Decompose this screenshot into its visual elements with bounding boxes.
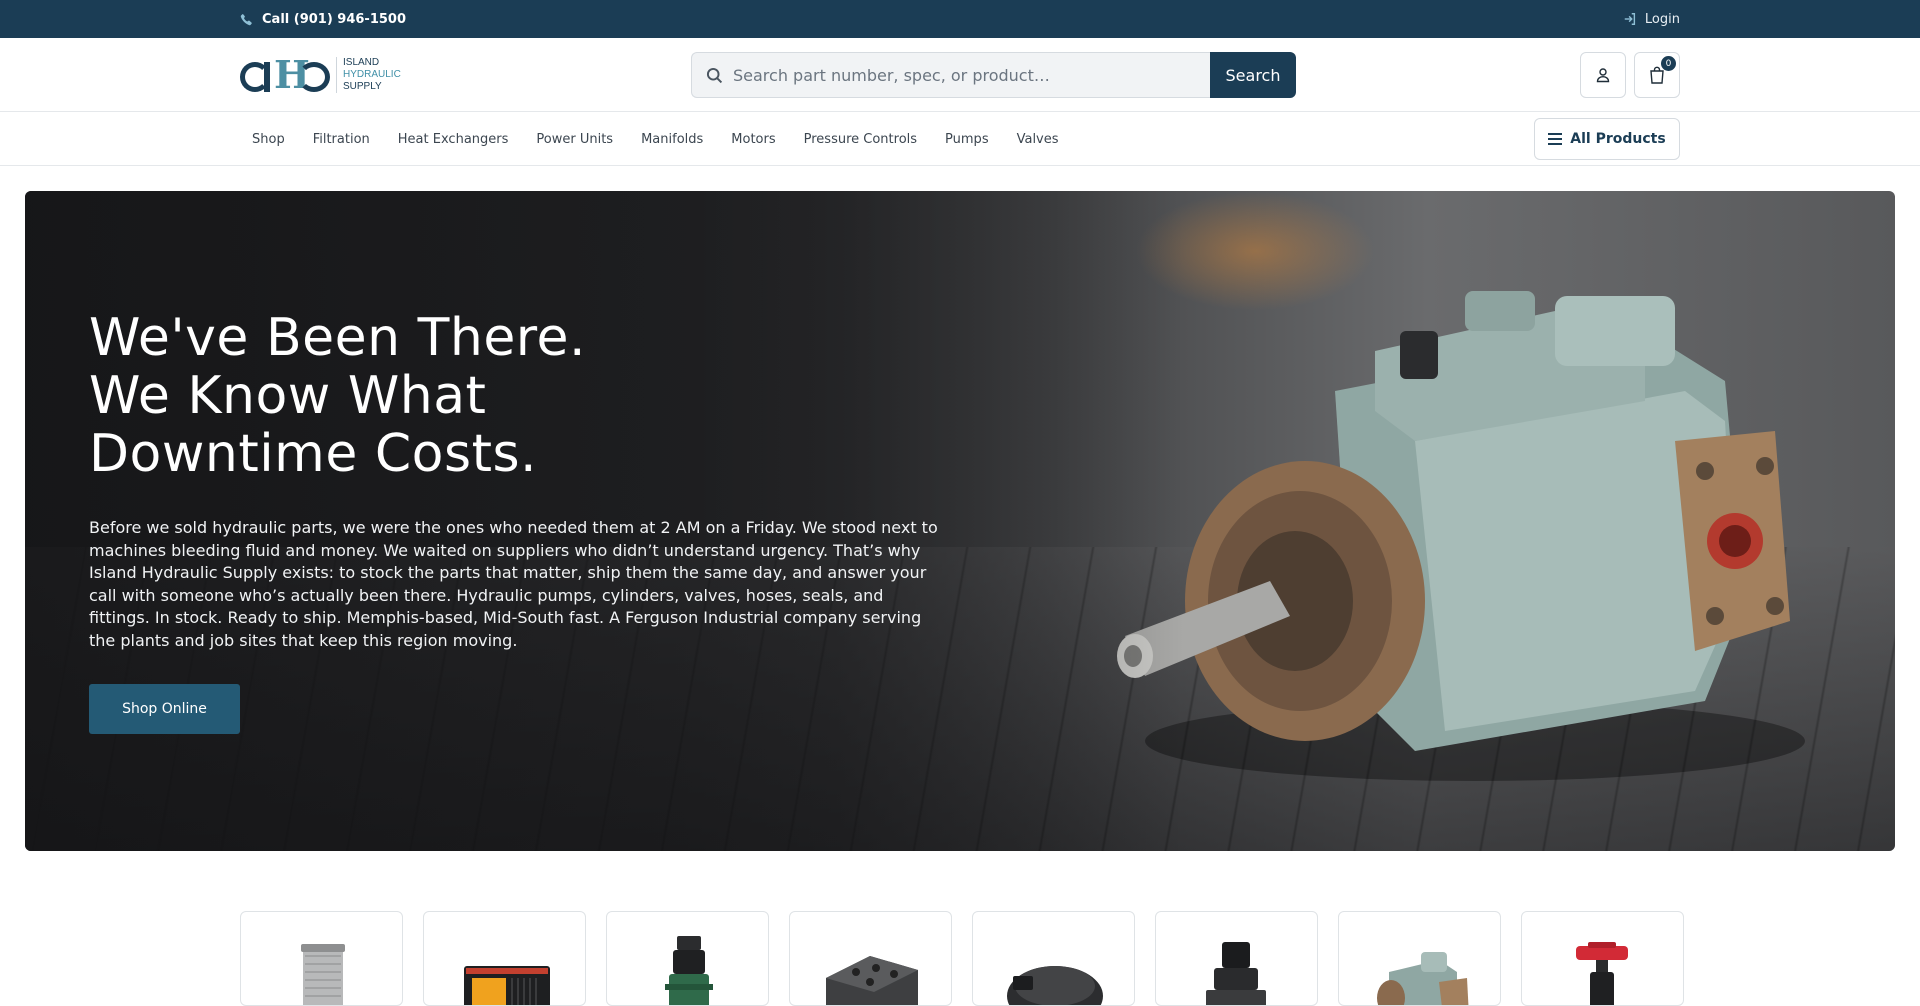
hero-banner: We've Been There. We Know What Downtime … (25, 191, 1895, 851)
login-label: Login (1644, 11, 1680, 27)
heat-exchanger-image (464, 966, 550, 1005)
nav-list: Shop Filtration Heat Exchangers Power Un… (240, 112, 1075, 166)
hero-description: Before we sold hydraulic parts, we were … (89, 518, 938, 650)
category-card-filtration[interactable] (240, 911, 403, 1006)
power-unit-image (665, 936, 713, 1005)
call-label: Call (901) 946-1500 (262, 11, 407, 27)
cart-count-badge: 0 (1661, 56, 1676, 71)
search-box (691, 52, 1210, 98)
hero-title-line-1: We've Been There. (89, 308, 587, 368)
nav-item-pressure-controls[interactable]: Pressure Controls (792, 132, 929, 147)
hydraulic-pump-photo (1117, 291, 1805, 781)
filter-element-image (301, 944, 345, 1005)
category-card-heat-exchangers[interactable] (423, 911, 586, 1006)
manifold-block-image (826, 956, 918, 1005)
search-button[interactable]: Search (1210, 52, 1296, 98)
pressure-control-valve-image (1206, 942, 1266, 1005)
search-icon (706, 67, 723, 83)
login-link[interactable]: Login (1623, 0, 1680, 38)
nav-item-motors[interactable]: Motors (719, 132, 787, 147)
logo-wordmark: ISLAND HYDRAULIC SUPPLY (336, 57, 401, 93)
hero-title-line-2: We Know What (89, 366, 487, 426)
nav-item-power-units[interactable]: Power Units (524, 132, 625, 147)
nav-item-heat-exchangers[interactable]: Heat Exchangers (386, 132, 521, 147)
category-cards (240, 911, 1684, 1006)
nav-item-shop[interactable]: Shop (240, 132, 297, 147)
category-card-pumps[interactable] (1338, 911, 1501, 1006)
sign-in-icon (1624, 13, 1635, 25)
category-card-pressure-controls[interactable] (1155, 911, 1318, 1006)
phone-icon (240, 13, 252, 25)
main-nav: Shop Filtration Heat Exchangers Power Un… (0, 112, 1920, 166)
logo-word-3: SUPPLY (343, 81, 382, 92)
user-icon (1596, 68, 1610, 83)
search-form: Search (691, 52, 1296, 98)
call-link[interactable]: Call (901) 946-1500 (240, 0, 406, 38)
valve-handle-image (1576, 942, 1628, 1005)
cart-button[interactable]: 0 (1634, 52, 1680, 98)
hydraulic-motor-image (1007, 966, 1103, 1005)
menu-icon (1548, 133, 1563, 145)
all-products-label: All Products (1570, 131, 1666, 147)
account-button[interactable] (1580, 52, 1626, 98)
hydraulic-pump-image (1377, 952, 1469, 1005)
hero-content: We've Been There. We Know What Downtime … (89, 309, 949, 734)
top-bar: Call (901) 946-1500 Login (0, 0, 1920, 38)
category-card-manifolds[interactable] (789, 911, 952, 1006)
category-card-motors[interactable] (972, 911, 1135, 1006)
nav-item-pumps[interactable]: Pumps (933, 132, 1001, 147)
all-products-button[interactable]: All Products (1534, 118, 1680, 160)
logo-word-1: ISLAND (343, 57, 380, 68)
hero-title: We've Been There. We Know What Downtime … (89, 309, 949, 483)
logo-word-2: HYDRAULIC (343, 69, 401, 80)
search-input[interactable] (733, 65, 1203, 85)
nav-item-filtration[interactable]: Filtration (301, 132, 382, 147)
category-card-valves[interactable] (1521, 911, 1684, 1006)
nav-item-valves[interactable]: Valves (1005, 132, 1071, 147)
nav-item-manifolds[interactable]: Manifolds (629, 132, 715, 147)
site-header: H ISLAND HYDRAULIC SUPPLY Search 0 (0, 38, 1920, 112)
hero-title-line-3: Downtime Costs. (89, 424, 538, 484)
site-logo[interactable]: H ISLAND HYDRAULIC SUPPLY (240, 52, 410, 98)
shop-online-button[interactable]: Shop Online (89, 684, 240, 734)
logo-mark: H (240, 54, 332, 96)
category-card-power-units[interactable] (606, 911, 769, 1006)
